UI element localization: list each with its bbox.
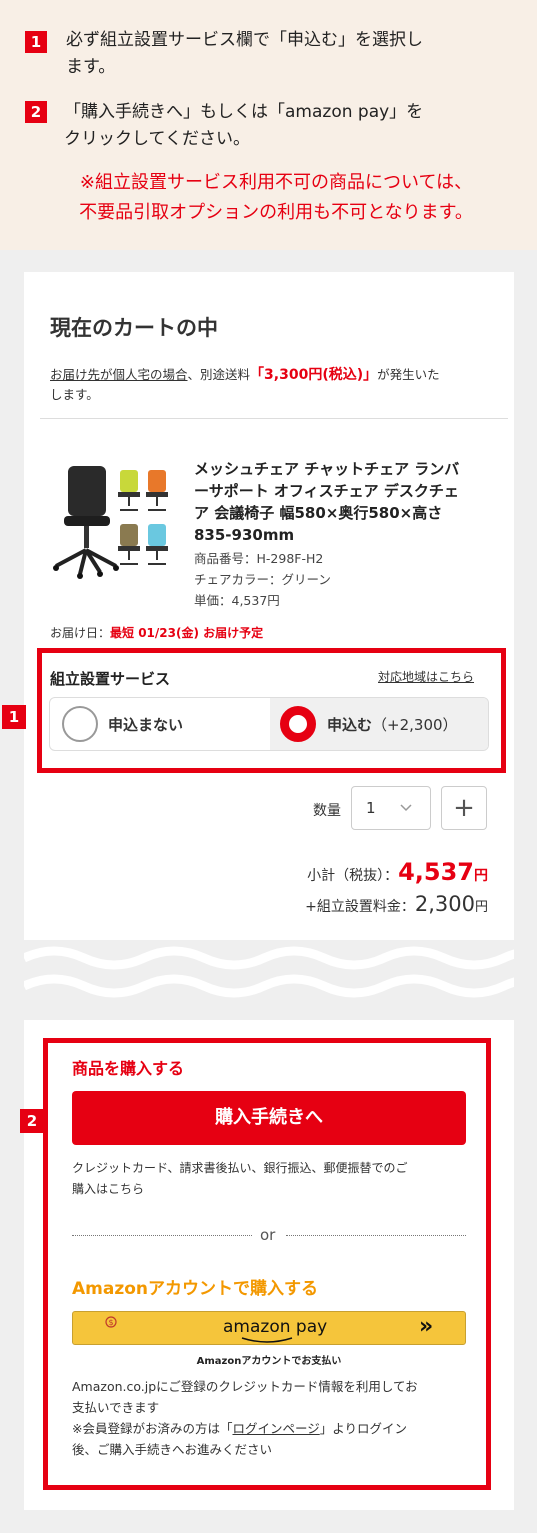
or-divider-right [286, 1235, 466, 1236]
shipping-note-text-3: します。 [50, 387, 99, 402]
amazon-pay-logo: amazon pay [223, 1317, 328, 1337]
product-details: 商品番号：H-298F-H2 チェアカラー：グリーン 単価：4,537円 [194, 548, 331, 611]
assembly-fee: +組立設置料金：2,300円 [270, 892, 488, 916]
delivery-label: お届け日： [50, 626, 111, 640]
radio-checked-icon [280, 706, 316, 742]
chair-image-icon [53, 466, 168, 579]
product-name-line-2: ーサポート オフィスチェア デスクチェ [194, 482, 459, 500]
step-1-line-2: ます。 [66, 57, 116, 77]
amazon-smile-icon [241, 1337, 293, 1343]
option-no-label: 申込まない [108, 716, 184, 734]
or-label: or [260, 1226, 276, 1244]
shipping-fee: 「3,300円(税込)」 [250, 367, 378, 383]
quantity-label: 数量 [313, 803, 341, 819]
amazon-info-line-2: 支払いできます [72, 1400, 160, 1415]
checkout-button[interactable]: 購入手続きへ [72, 1091, 466, 1145]
option-no-assembly[interactable]: 申込まない [50, 698, 270, 750]
product-unit-price: 単価：4,537円 [194, 593, 280, 608]
step-2-marker: 2 [20, 1109, 44, 1133]
option-yes-price: （+2,300） [372, 716, 458, 734]
assembly-option-group: 申込まない 申込む（+2,300） [49, 697, 489, 751]
shipping-note: お届け先が個人宅の場合、別途送料「3,300円(税込)」が発生いた します。 [50, 365, 490, 404]
step-2-text: 「購入手続きへ」もしくは「amazon pay」を クリックしてください。 [64, 99, 524, 153]
subtotal: 小計（税抜）：4,537円 [296, 858, 488, 886]
shipping-note-private: お届け先が個人宅の場合 [50, 367, 188, 382]
step-1-line-1: 必ず組立設置サービス欄で「申込む」を選択し [66, 30, 423, 50]
instructions-section: 1 必ず組立設置サービス欄で「申込む」を選択し ます。 2 「購入手続きへ」もし… [0, 0, 537, 250]
amazon-info: Amazon.co.jpにご登録のクレジットカード情報を利用してお 支払いできま… [72, 1376, 482, 1460]
radio-unchecked-icon [62, 706, 98, 742]
option-yes-text: 申込む（+2,300） [327, 714, 458, 735]
step-1-marker: 1 [2, 705, 26, 729]
step-1-text: 必ず組立設置サービス欄で「申込む」を選択し ます。 [66, 27, 526, 81]
shipping-note-text: 、別途送料 [187, 367, 251, 382]
or-divider-left [72, 1235, 252, 1236]
quantity-value: 1 [366, 799, 376, 817]
assembly-fee-label: +組立設置料金： [305, 899, 415, 915]
option-apply-assembly[interactable]: 申込む（+2,300） [270, 698, 488, 750]
methods-line-2: 購入はこちら [72, 1182, 145, 1196]
option-yes-label: 申込む [327, 716, 373, 734]
purchase-heading: 商品を購入する [72, 1059, 185, 1078]
double-chevron-icon: » [419, 1314, 434, 1339]
step-2-badge: 2 [25, 101, 47, 123]
quantity-select[interactable]: 1 [351, 786, 431, 830]
login-page-link[interactable]: ログインページ [232, 1421, 319, 1436]
subtotal-label: 小計（税抜）： [307, 868, 399, 884]
wave-divider [24, 940, 514, 1020]
delivery-value: 最短 01/23(金) お届け予定 [110, 626, 264, 640]
chevron-down-icon [400, 804, 412, 812]
notice-line-1: ※組立設置サービス利用不可の商品については、 [79, 172, 473, 193]
product-name-line-1: メッシュチェア チャットチェア ランバ [194, 460, 460, 478]
assembly-title: 組立設置サービス [50, 670, 171, 688]
shipping-note-text-2: が発生いた [377, 367, 440, 382]
amazon-heading: Amazonアカウントで購入する [72, 1279, 319, 1299]
amazon-info-line-4: 後、ご購入手続きへお進みください [72, 1442, 273, 1457]
product-image[interactable] [50, 462, 180, 582]
amazon-caption: Amazonアカウントでお支払い [196, 1356, 342, 1367]
info-line-3b: 」よりログイン [319, 1421, 408, 1436]
step-1-badge: 1 [25, 31, 47, 53]
amazon-info-line-3: ※会員登録がお済みの方は「ログインページ」よりログイン [72, 1418, 482, 1439]
subtotal-value: 4,537 [398, 858, 474, 886]
cart-title: 現在のカートの中 [50, 316, 218, 340]
assembly-fee-value: 2,300 [414, 892, 475, 916]
amazon-info-line-1: Amazon.co.jpにご登録のクレジットカード情報を利用してお [72, 1379, 418, 1394]
delivery-date: お届け日：最短 01/23(金) お届け予定 [50, 624, 263, 641]
quantity-plus-button[interactable]: + [441, 786, 487, 830]
assembly-notice: ※組立設置サービス利用不可の商品については、 不要品引取オプションの利用も不可と… [26, 168, 526, 228]
subtotal-unit: 円 [474, 868, 488, 884]
step-2-line-2: クリックしてください。 [64, 129, 250, 149]
svg-text:$: $ [108, 1318, 113, 1327]
step-2-line-1: 「購入手続きへ」もしくは「amazon pay」を [64, 102, 424, 122]
payment-methods-note: クレジットカード、請求書後払い、銀行振込、郵便振替でのご 購入はこちら [72, 1158, 472, 1200]
methods-line-1: クレジットカード、請求書後払い、銀行振込、郵便振替でのご [72, 1161, 408, 1175]
divider [40, 418, 508, 419]
assembly-fee-unit: 円 [474, 900, 488, 915]
info-line-3a: ※会員登録がお済みの方は「 [72, 1421, 233, 1436]
product-name[interactable]: メッシュチェア チャットチェア ランバ ーサポート オフィスチェア デスクチェ … [194, 458, 494, 546]
amazon-pay-button[interactable]: $ amazon pay » [72, 1311, 466, 1345]
product-name-line-4: 835-930mm [194, 526, 295, 544]
notice-line-2: 不要品引取オプションの利用も不可となります。 [79, 202, 473, 223]
product-color: チェアカラー：グリーン [194, 572, 331, 587]
product-sku: 商品番号：H-298F-H2 [194, 551, 324, 566]
area-link[interactable]: 対応地域はこちら [378, 668, 474, 685]
product-name-line-3: ア 会議椅子 幅580×奥行580×高さ [194, 504, 443, 522]
coin-icon: $ [105, 1316, 117, 1328]
